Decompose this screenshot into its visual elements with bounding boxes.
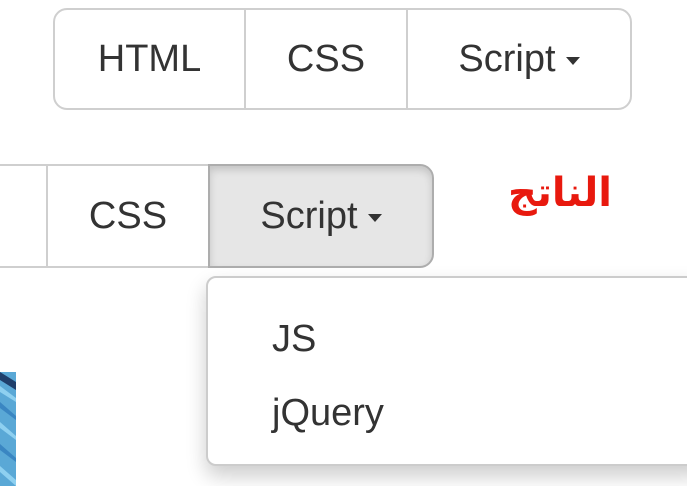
html-button-label: HTML [97,37,202,80]
decorative-corner-image [0,372,16,486]
result-label: الناتج [508,170,612,216]
button-group-top: HTML CSS Script [53,8,632,110]
chevron-down-icon [565,57,580,65]
script-button-label: Script [458,37,556,80]
script-dropdown-button-active[interactable]: Script [208,164,434,268]
css-button[interactable]: CSS [244,8,408,110]
css-button-label: CSS [286,37,366,80]
dropdown-item-jquery[interactable]: jQuery [272,392,384,435]
html-button[interactable]: HTML [53,8,246,110]
css-button-result[interactable]: CSS [46,164,210,268]
html-button-partial[interactable] [0,164,48,268]
dropdown-item-js[interactable]: JS [272,318,316,361]
chevron-down-icon [367,214,382,222]
script-dropdown-menu: JS jQuery [206,276,687,466]
css-button-result-label: CSS [88,194,168,237]
script-button-result-label: Script [260,194,358,237]
button-group-result: CSS Script [0,164,434,268]
script-dropdown-button[interactable]: Script [406,8,632,110]
